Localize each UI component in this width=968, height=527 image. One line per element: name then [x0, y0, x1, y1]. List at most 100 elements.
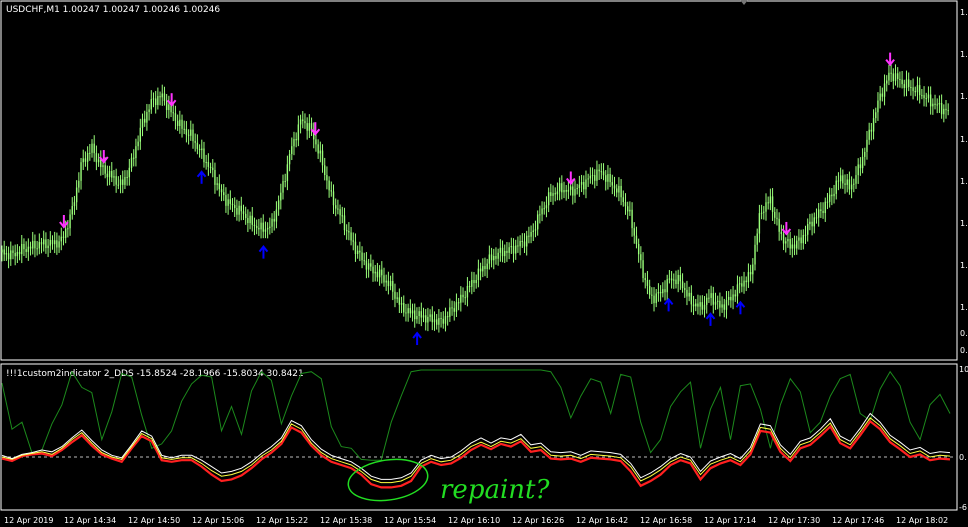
candle-body — [925, 98, 927, 100]
candle-body — [677, 274, 679, 285]
candle-body — [662, 289, 664, 294]
candle-body — [460, 294, 462, 303]
candle-body — [277, 200, 280, 210]
price-axis-label: 1. — [960, 8, 968, 17]
time-axis: 12 Apr 2019 12 Apr 14:34 12 Apr 14:50 12… — [4, 516, 948, 525]
candle-body — [201, 148, 203, 151]
candle-body — [668, 278, 671, 280]
candle-body — [875, 112, 877, 119]
candle-body — [673, 279, 675, 281]
candle-body — [596, 169, 598, 181]
price-axis-label: 1. — [960, 50, 968, 59]
candle-body — [49, 239, 51, 246]
candle-body — [657, 291, 660, 294]
candle-body — [157, 96, 159, 105]
candle-body — [176, 120, 179, 127]
candle-body — [940, 102, 943, 115]
candle-body — [530, 231, 532, 237]
sell-arrow-icon — [885, 52, 895, 67]
candle-body — [80, 162, 82, 181]
candle-body — [422, 315, 425, 318]
candle-body — [172, 112, 174, 114]
candle-body — [361, 252, 363, 261]
candle-body — [407, 308, 409, 314]
candle-body — [194, 141, 196, 143]
candle-body — [53, 240, 56, 245]
candle-body — [306, 123, 308, 131]
candle-body — [688, 292, 690, 297]
candle-body — [295, 138, 297, 141]
indicator-axis-label: 10 — [959, 365, 968, 374]
candle-body — [756, 233, 758, 245]
candle-body — [62, 236, 65, 238]
candle-body — [1, 249, 3, 253]
candle-body — [820, 209, 822, 211]
candle-body — [372, 266, 374, 274]
candle-body — [154, 98, 157, 105]
candle-body — [712, 293, 714, 305]
candle-body — [934, 103, 936, 106]
candle-body — [699, 302, 701, 307]
candle-body — [866, 139, 868, 152]
candle-body — [681, 281, 684, 289]
candle-body — [633, 228, 635, 236]
candle-body — [743, 280, 745, 287]
candle-body — [14, 252, 16, 257]
candle-body — [18, 251, 21, 255]
candle-body — [108, 171, 111, 178]
candle-body — [317, 144, 319, 154]
candle-body — [381, 269, 383, 276]
price-axis-label: 1. — [960, 177, 968, 186]
candle-body — [837, 180, 840, 182]
candle-body — [218, 183, 221, 190]
candle-body — [892, 73, 895, 82]
candle-body — [747, 272, 750, 283]
candle-body — [225, 195, 227, 206]
main-chart-header: USDCHF,M1 1.00247 1.00247 1.00246 1.0024… — [6, 5, 220, 15]
candle-body — [192, 129, 194, 142]
candle-body — [857, 164, 859, 176]
candle-body — [10, 250, 12, 260]
candle-body — [352, 240, 354, 242]
candle-body — [936, 104, 938, 106]
candle-body — [486, 263, 488, 270]
candle-body — [817, 209, 820, 218]
candle-body — [890, 72, 892, 74]
candle-body — [396, 297, 398, 299]
candle-body — [341, 215, 343, 217]
candle-body — [914, 91, 916, 93]
candle-body — [754, 244, 756, 265]
candle-body — [196, 142, 199, 149]
candle-body — [47, 245, 49, 249]
candle-body — [921, 95, 923, 97]
candle-body — [578, 184, 581, 189]
chart-shift-marker-icon[interactable] — [740, 0, 748, 5]
indicator-axis-label: 0. — [959, 453, 967, 462]
candle-body — [376, 271, 379, 278]
candle-body — [947, 110, 949, 112]
candle-body — [528, 235, 530, 237]
candle-body — [122, 179, 124, 185]
candle-body — [247, 218, 249, 224]
candle-body — [86, 153, 89, 162]
candle-body — [286, 164, 289, 182]
candle-body — [293, 138, 295, 147]
candle-body — [769, 196, 772, 204]
candle-body — [266, 227, 269, 230]
candle-body — [490, 254, 493, 261]
candle-body — [504, 250, 506, 257]
time-axis-label: 12 Apr 14:50 — [128, 516, 180, 525]
candle-body — [473, 279, 475, 284]
candle-body — [721, 304, 723, 308]
candle-body — [484, 266, 486, 270]
time-axis-label: 12 Apr 18:02 — [896, 516, 948, 525]
candle-body — [613, 185, 616, 189]
candle-body — [752, 264, 754, 275]
candle-body — [273, 218, 275, 222]
candle-body — [56, 240, 58, 248]
price-axis: 1. 1. 1. 1. 1. 1. 1. 1. 0. 0. — [960, 8, 968, 355]
candle-body — [315, 139, 317, 145]
candle-body — [670, 278, 673, 281]
candle-body — [864, 151, 866, 157]
candle-body — [697, 303, 699, 307]
